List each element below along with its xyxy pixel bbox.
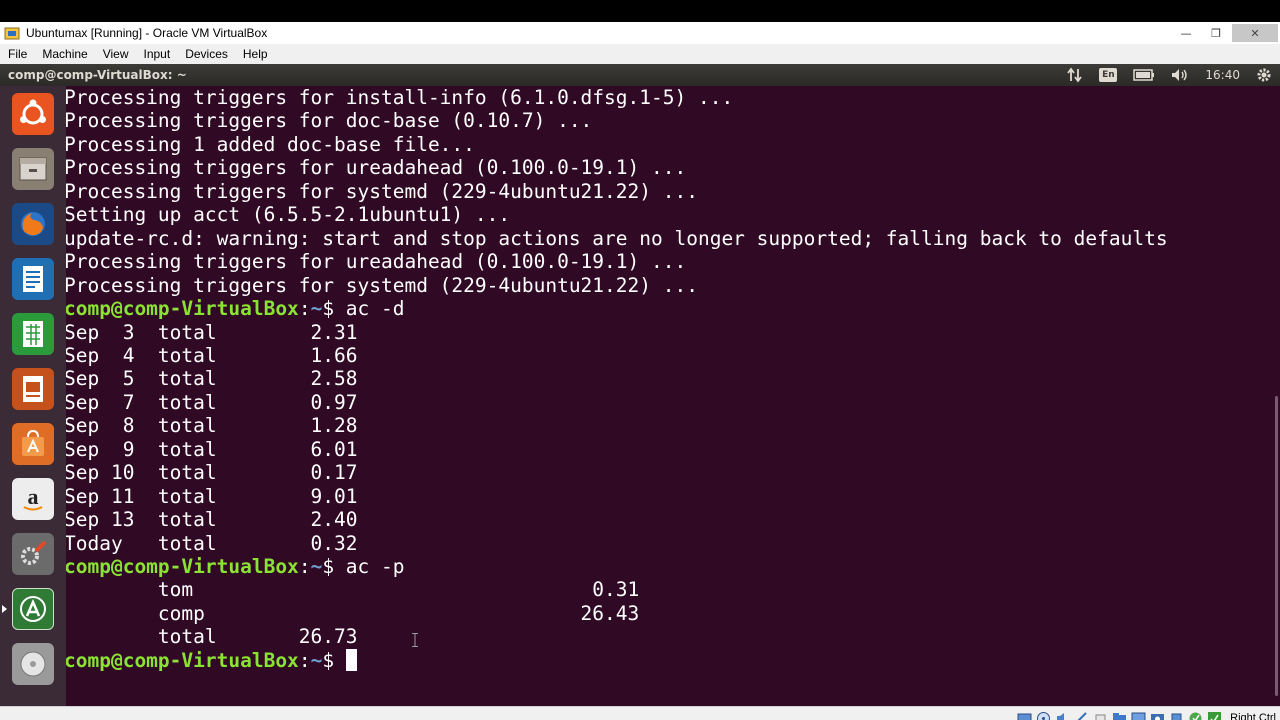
prompt-separator: : — [298, 555, 311, 578]
host-key-label: Right Ctrl — [1230, 712, 1276, 720]
unity-launcher: a — [0, 86, 66, 706]
mouse-ibeam-cursor — [412, 633, 418, 647]
menu-machine[interactable]: Machine — [42, 47, 87, 61]
terminal-output-line: Sep 8 total 1.28 — [66, 414, 358, 438]
terminal-output-line: Sep 10 total 0.17 — [66, 461, 358, 485]
firefox-icon[interactable] — [12, 203, 54, 245]
amazon-icon[interactable]: a — [12, 478, 54, 520]
prompt-end: $ — [322, 555, 346, 578]
guest-display[interactable]: comp@comp-VirtualBox: ~ En 16:40 a Proce… — [0, 64, 1280, 706]
terminal-output-line: Processing 1 added doc-base file... — [66, 132, 475, 156]
terminal-output-line: Sep 7 total 0.97 — [66, 390, 358, 414]
impress-icon[interactable] — [12, 368, 54, 410]
menu-view[interactable]: View — [103, 47, 129, 61]
terminal-prompt-line: comp@comp-VirtualBox:~$ ac -d — [66, 297, 405, 321]
writer-icon[interactable] — [12, 258, 54, 300]
menu-input[interactable]: Input — [144, 47, 171, 61]
usb-icon[interactable] — [1093, 711, 1108, 720]
terminal-output-line: Processing triggers for install-info (6.… — [66, 86, 734, 109]
terminal-output-line: total 26.73 — [66, 625, 358, 649]
disc-icon[interactable] — [12, 643, 54, 685]
terminal-output-line: comp 26.43 — [66, 601, 640, 625]
terminal-output-line: Processing triggers for systemd (229-4ub… — [66, 273, 698, 297]
prompt-user: comp@comp-VirtualBox — [66, 555, 299, 578]
close-button[interactable]: ✕ — [1232, 24, 1278, 42]
menu-file[interactable]: File — [8, 47, 27, 61]
keyboard-layout-badge: En — [1099, 68, 1118, 82]
speaker-icon[interactable] — [1171, 67, 1189, 83]
hard-disk-icon[interactable] — [1017, 711, 1032, 720]
prompt-user: comp@comp-VirtualBox — [66, 297, 299, 321]
terminal-prompt-line: comp@comp-VirtualBox:~$ ac -p — [66, 555, 405, 579]
network-icon[interactable] — [1074, 711, 1089, 720]
virtualbox-statusbar: Right Ctrl — [0, 706, 1280, 720]
window-titlebar[interactable]: Ubuntumax [Running] - Oracle VM VirtualB… — [0, 22, 1280, 44]
keyboard-capture-icon[interactable] — [1207, 711, 1222, 720]
video-capture-icon[interactable] — [1150, 711, 1165, 720]
terminal-output-line: Sep 9 total 6.01 — [66, 437, 358, 461]
calc-icon[interactable] — [12, 313, 54, 355]
software-updater-icon[interactable] — [12, 588, 54, 630]
terminal-output-line: Sep 5 total 2.58 — [66, 367, 358, 391]
terminal-scrollbar[interactable] — [1266, 86, 1280, 706]
terminal-output-line: tom 0.31 — [66, 578, 640, 602]
terminal-output-line: Setting up acct (6.5.5-2.1ubuntu1) ... — [66, 203, 511, 227]
virtualbox-window: Ubuntumax [Running] - Oracle VM VirtualB… — [0, 22, 1280, 720]
window-title: Ubuntumax [Running] - Oracle VM VirtualB… — [26, 26, 268, 40]
terminal-output-line: update-rc.d: warning: start and stop act… — [66, 226, 1168, 250]
files-icon[interactable] — [12, 148, 54, 190]
terminal-output-line: Sep 11 total 9.01 — [66, 484, 358, 508]
terminal-output-line: Today total 0.32 — [66, 531, 358, 555]
terminal-output-line: Processing triggers for ureadahead (0.10… — [66, 250, 687, 274]
audio-icon[interactable] — [1055, 711, 1070, 720]
prompt-path: ~ — [310, 555, 323, 578]
terminal-prompt-line: comp@comp-VirtualBox:~$ — [66, 648, 357, 673]
terminal-window-title: comp@comp-VirtualBox: ~ — [8, 68, 187, 82]
display-icon[interactable] — [1131, 711, 1146, 720]
menu-help[interactable]: Help — [243, 47, 268, 61]
terminal-output-line: Sep 3 total 2.31 — [66, 320, 358, 344]
prompt-separator: : — [298, 648, 311, 672]
terminal-output-line: Sep 4 total 1.66 — [66, 343, 358, 367]
svg-text:a: a — [28, 484, 39, 509]
keyboard-layout-indicator[interactable]: En — [1099, 68, 1118, 82]
virtualbox-app-icon — [4, 27, 20, 40]
gear-icon[interactable] — [1256, 67, 1272, 83]
prompt-path: ~ — [310, 648, 323, 672]
mouse-integration-icon[interactable] — [1188, 711, 1203, 720]
unity-top-panel: comp@comp-VirtualBox: ~ En 16:40 — [0, 64, 1280, 86]
command-text: ac -d — [345, 297, 405, 321]
cpu-icon[interactable] — [1169, 711, 1184, 720]
prompt-end: $ — [322, 297, 346, 321]
window-controls: — ❐ ✕ — [1172, 22, 1280, 44]
clock[interactable]: 16:40 — [1205, 68, 1240, 82]
status-icons: Right Ctrl — [1017, 709, 1280, 720]
prompt-separator: : — [298, 297, 311, 321]
shared-folders-icon[interactable] — [1112, 711, 1127, 720]
optical-drive-icon[interactable] — [1036, 711, 1051, 720]
software-center-icon[interactable] — [12, 423, 54, 465]
indicator-area: En 16:40 — [1051, 64, 1280, 86]
menu-devices[interactable]: Devices — [185, 47, 228, 61]
terminal-cursor — [345, 648, 357, 671]
command-text: ac -p — [345, 555, 405, 578]
minimize-button[interactable]: — — [1172, 24, 1200, 42]
prompt-end: $ — [322, 648, 346, 672]
terminal-output[interactable]: Processing triggers for install-info (6.… — [66, 86, 1266, 706]
scrollbar-thumb[interactable] — [1275, 396, 1278, 696]
prompt-user: comp@comp-VirtualBox — [66, 648, 299, 672]
prompt-path: ~ — [310, 297, 323, 321]
system-settings-icon[interactable] — [12, 533, 54, 575]
active-launcher-indicator — [2, 605, 7, 613]
ubuntu-dash-icon[interactable] — [12, 93, 54, 135]
terminal-output-line: Processing triggers for systemd (229-4ub… — [66, 179, 698, 203]
terminal-output-line: Processing triggers for ureadahead (0.10… — [66, 156, 687, 180]
terminal-output-line: Processing triggers for doc-base (0.10.7… — [66, 109, 593, 133]
restore-button[interactable]: ❐ — [1202, 24, 1230, 42]
battery-icon[interactable] — [1133, 69, 1155, 81]
terminal-output-line: Sep 13 total 2.40 — [66, 508, 358, 532]
transfer-arrows-icon[interactable] — [1067, 67, 1083, 83]
menubar: File Machine View Input Devices Help — [0, 44, 1280, 64]
